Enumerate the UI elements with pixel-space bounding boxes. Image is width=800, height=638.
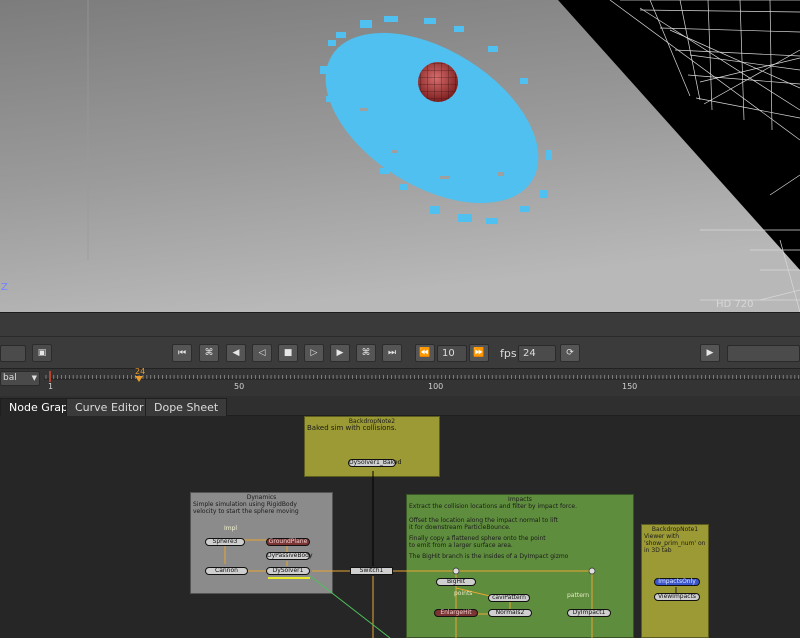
app-window: Z HD 720 ▣ ⏮ ⌘ ◀ ◁ ■ ▷ ▶ ⌘ ⏭ ⏪ 10 ⏩ fps … — [0, 0, 800, 638]
loop-icon: ⟳ — [566, 348, 574, 358]
tab-curve-editor[interactable]: Curve Editor — [66, 398, 153, 416]
rewind-icon: ⏪ — [419, 348, 431, 358]
flipbook-icon: ▶ — [706, 348, 714, 358]
sphere-object[interactable] — [418, 62, 458, 102]
step-back-button[interactable]: ◀ — [226, 344, 246, 362]
scope-dropdown-value: bal — [3, 373, 17, 383]
fps-field[interactable]: 24 — [518, 345, 556, 362]
audio-field[interactable] — [727, 345, 800, 362]
tick-label-100: 100 — [428, 382, 444, 391]
node-normals2[interactable]: Normals2 — [488, 609, 532, 617]
stop-icon: ■ — [283, 348, 293, 358]
step-forward-icon: ▶ — [336, 348, 344, 358]
current-frame-label: 24 — [135, 367, 146, 376]
play-back-icon: ◁ — [258, 348, 266, 358]
tick-label-150: 150 — [622, 382, 638, 391]
chevron-down-icon: ▼ — [31, 374, 37, 382]
node-switch1[interactable]: Switch1 — [350, 567, 393, 575]
scope-dropdown[interactable]: bal ▼ — [0, 371, 40, 386]
node-sphere3[interactable]: Sphere3 — [205, 538, 245, 546]
play-icon: ▷ — [310, 348, 318, 358]
frame-ruler[interactable]: 1 50 100 150 24 — [44, 367, 800, 397]
skip-end-icon: ⏭ — [387, 348, 397, 358]
port-label-points: points — [454, 590, 473, 597]
port-label-pattern: pattern — [567, 592, 590, 599]
step-field[interactable]: 10 — [437, 345, 467, 362]
node-dypassivebody[interactable]: DyPassiveBody — [266, 552, 313, 560]
tab-dope-sheet[interactable]: Dope Sheet — [145, 398, 228, 416]
first-frame-button[interactable]: ⏮ — [172, 344, 192, 362]
timeline[interactable]: bal ▼ 1 50 100 150 24 — [0, 367, 800, 397]
node-dysolver-baked[interactable]: DySolver1_Baked — [348, 459, 401, 467]
previous-keyframe-button[interactable]: ⌘ — [199, 344, 219, 362]
play-forward-button[interactable]: ▷ — [304, 344, 324, 362]
viewer-3d[interactable]: Z HD 720 — [0, 0, 800, 312]
range-field[interactable] — [0, 345, 26, 362]
node-viewimpacts[interactable]: ViewImpacts — [654, 593, 700, 601]
node-enlargehit[interactable]: EnlargeHit — [434, 609, 478, 617]
ruler-ticks — [44, 371, 800, 382]
pane-splitter[interactable] — [0, 312, 800, 336]
fps-label: fps — [500, 347, 517, 360]
port-label-impl: Impl — [224, 525, 238, 532]
step-forward-button[interactable]: ▶ — [330, 344, 350, 362]
resolution-label: HD 720 — [716, 299, 754, 310]
tick-label-50: 50 — [234, 382, 245, 391]
playbar: ▣ ⏮ ⌘ ◀ ◁ ■ ▷ ▶ ⌘ ⏭ ⏪ 10 ⏩ fps 24 ⟳ ▶ — [0, 336, 800, 368]
node-bighit[interactable]: BigHit — [436, 578, 476, 586]
node-dyimpact1[interactable]: DyImpact1 — [567, 609, 611, 617]
step-increase-button[interactable]: ⏩ — [469, 344, 489, 362]
node-groundplane[interactable]: GroundPlane — [266, 538, 310, 546]
lock-button[interactable]: ▣ — [32, 344, 52, 362]
node-cavepattern[interactable]: caviPattern — [488, 594, 530, 602]
play-backward-button[interactable]: ◁ — [252, 344, 272, 362]
key-next-icon: ⌘ — [361, 348, 371, 358]
pane-tabs: Node Graph Curve Editor Dope Sheet — [0, 396, 800, 416]
tick-label-1: 1 — [48, 382, 54, 391]
step-decrease-button[interactable]: ⏪ — [415, 344, 435, 362]
node-wires — [214, 471, 677, 638]
axis-z-label: Z — [1, 282, 8, 293]
next-keyframe-button[interactable]: ⌘ — [356, 344, 376, 362]
stop-button[interactable]: ■ — [278, 344, 298, 362]
lock-icon: ▣ — [37, 348, 47, 358]
node-dysolver1[interactable]: DySolver1 — [266, 567, 310, 575]
flipbook-button[interactable]: ▶ — [700, 344, 720, 362]
node-impactsonly[interactable]: ImpactsOnly — [654, 578, 700, 586]
viewer-scene[interactable] — [0, 0, 800, 312]
skip-start-icon: ⏮ — [177, 348, 187, 358]
node-graph[interactable]: BackdropNote2 Baked sim with collisions.… — [0, 416, 800, 638]
step-back-icon: ◀ — [232, 348, 240, 358]
last-frame-button[interactable]: ⏭ — [382, 344, 402, 362]
loop-button[interactable]: ⟳ — [560, 344, 580, 362]
key-prev-icon: ⌘ — [204, 348, 214, 358]
node-cannon[interactable]: Cannon — [205, 567, 248, 575]
fast-forward-icon: ⏩ — [473, 348, 485, 358]
